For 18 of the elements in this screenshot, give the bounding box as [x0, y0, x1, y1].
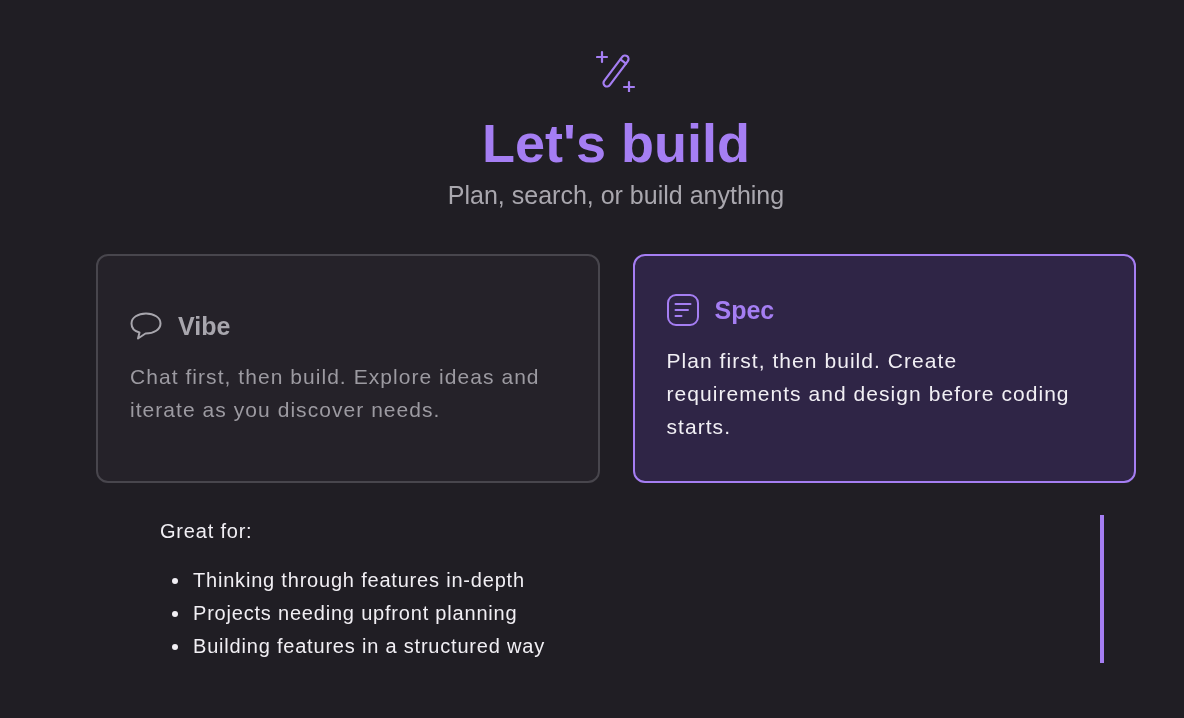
bullet-icon: [172, 610, 178, 617]
mode-title: Spec: [714, 294, 775, 325]
document-lines-icon: [666, 293, 699, 326]
list-item-text: Projects needing upfront planning: [193, 601, 518, 626]
list-item-text: Thinking through features in-depth: [193, 568, 525, 593]
speech-bubble-icon: [130, 312, 162, 340]
bullet-icon: [172, 577, 178, 584]
magic-wand-icon: [596, 50, 636, 92]
mode-card[interactable]: Vibe Chat first, then build. Explore ideas and iterate as you discover needs.: [96, 254, 600, 483]
mode-title: Vibe: [178, 311, 231, 341]
mode-card[interactable]: Spec Plan first, then build. Create requirements and design before coding starts.: [632, 254, 1136, 483]
section-label: Great for:: [160, 519, 254, 544]
mode-description: Plan first, then build. Create requirements and design before coding starts.: [666, 347, 1071, 440]
bullet-icon: [172, 643, 178, 650]
mode-description: Chat first, then build. Explore ideas and iterate as you discover needs.: [130, 364, 541, 423]
list-item-text: Building features in a structured way: [193, 634, 545, 659]
page-title: Let's build: [482, 116, 750, 170]
page-subtitle: Plan, search, or build anything: [447, 180, 785, 210]
